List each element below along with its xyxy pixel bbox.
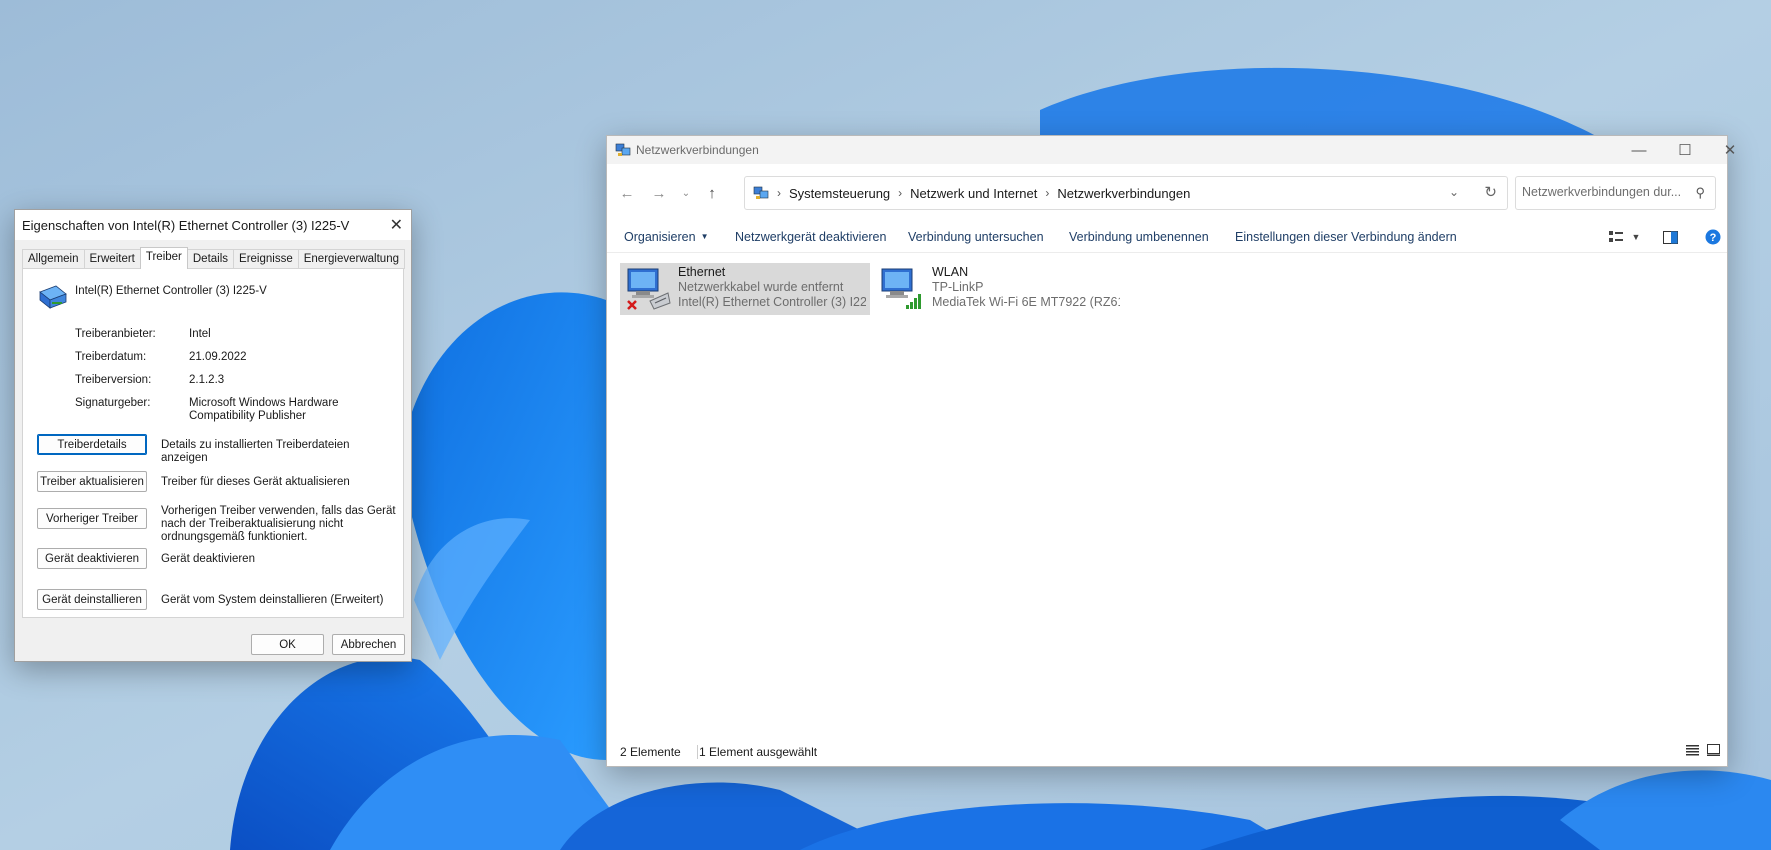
caret-down-icon: ▼ [700,232,709,241]
dialog-tabs: Allgemein Erweitert Treiber Details Erei… [22,247,405,269]
up-arrow-icon[interactable]: ↑ [702,184,722,202]
address-row: ← → ⌄ ↑ › Systemsteuerung › Netzwerk und… [607,176,1727,210]
status-bar: 2 Elemente 1 Element ausgewählt [607,736,1727,766]
recent-locations-chevron-icon[interactable]: ⌄ [676,184,696,202]
chevron-right-icon: › [777,186,781,200]
explorer-title: Netzwerkverbindungen [636,143,759,157]
organize-label: Organisieren [624,230,696,244]
chevron-right-icon: › [898,186,903,200]
dialog-close-icon[interactable]: ✕ [390,215,403,235]
close-button[interactable]: ✕ [1707,136,1753,164]
driver-details-description: Details zu installierten Treiberdateien … [161,439,350,464]
back-arrow-icon[interactable]: ← [617,184,637,202]
ethernet-adapter-icon [624,265,674,313]
connection-wlan[interactable]: WLAN TP-LinkP MediaTek Wi-Fi 6E MT7922 (… [874,263,1124,315]
view-options-icon[interactable] [1608,228,1624,246]
version-label: Treiberversion: [75,374,152,386]
disable-device-description: Gerät deaktivieren [161,553,255,565]
change-settings-button[interactable]: Einstellungen dieser Verbindung ändern [1235,230,1457,244]
ok-button[interactable]: OK [251,634,324,655]
connection-adapter: MediaTek Wi-Fi 6E MT7922 (RZ61... [932,295,1120,309]
search-icon[interactable]: ⚲ [1695,185,1705,201]
maximize-button[interactable]: ☐ [1662,136,1708,164]
rename-connection-button[interactable]: Verbindung umbenennen [1069,230,1209,244]
disable-device-button[interactable]: Gerät deaktivieren [37,548,147,569]
diagnose-connection-button[interactable]: Verbindung untersuchen [908,230,1044,244]
tab-details[interactable]: Details [186,249,235,269]
update-driver-button[interactable]: Treiber aktualisieren [37,471,147,492]
organize-menu-button[interactable]: Organisieren ▼ [624,230,709,244]
refresh-icon[interactable]: ↻ [1484,183,1497,201]
large-icons-view-icon[interactable] [1707,744,1720,759]
tab-energieverwaltung[interactable]: Energieverwaltung [297,249,405,269]
command-bar: Organisieren ▼ Netzwerkgerät deaktivieren… [607,223,1727,253]
update-driver-description: Treiber für dieses Gerät aktualisieren [161,476,350,488]
connection-adapter: Intel(R) Ethernet Controller (3) I22... [678,295,866,309]
date-value: 21.09.2022 [189,351,247,363]
breadcrumb-netzwerk-internet[interactable]: Netzwerk und Internet [910,186,1037,201]
status-selected-count: 1 Element ausgewählt [699,745,818,759]
rollback-driver-button[interactable]: Vorheriger Treiber [37,508,147,529]
uninstall-device-description: Gerät vom System deinstallieren (Erweite… [161,594,384,606]
connection-status: Netzwerkkabel wurde entfernt [678,280,844,294]
minimize-button[interactable]: — [1616,136,1662,164]
provider-value: Intel [189,328,211,340]
signer-value: Microsoft Windows Hardware Compatibility… [189,397,339,422]
explorer-titlebar[interactable]: Netzwerkverbindungen — ☐ ✕ [607,136,1736,164]
wlan-adapter-icon [878,265,928,313]
preview-pane-icon[interactable] [1662,228,1678,246]
control-panel-icon [753,186,769,199]
tab-allgemein[interactable]: Allgemein [22,249,85,269]
driver-tab-panel: Intel(R) Ethernet Controller (3) I225-V … [22,268,404,618]
breadcrumb-netzwerkverbindungen[interactable]: Netzwerkverbindungen [1057,186,1190,201]
search-box[interactable]: ⚲ [1515,176,1716,210]
chevron-right-icon: › [1045,186,1050,200]
provider-label: Treiberanbieter: [75,328,156,340]
tab-ereignisse[interactable]: Ereignisse [233,249,299,269]
explorer-window: Netzwerkverbindungen — ☐ ✕ ← → ⌄ ↑ › Sys… [606,135,1736,767]
device-name: Intel(R) Ethernet Controller (3) I225-V [75,285,267,297]
rollback-driver-description: Vorherigen Treiber verwenden, falls das … [161,505,396,543]
disable-device-button[interactable]: Netzwerkgerät deaktivieren [735,230,886,244]
status-item-count: 2 Elemente [620,745,681,759]
connection-status: TP-LinkP [932,280,984,294]
view-dropdown-caret-icon[interactable]: ▼ [1629,228,1643,246]
help-icon[interactable]: ? [1704,228,1722,246]
connection-name: WLAN [932,265,969,279]
version-value: 2.1.2.3 [189,374,225,386]
svg-text:?: ? [1710,232,1717,244]
dialog-title: Eigenschaften von Intel(R) Ethernet Cont… [22,218,350,233]
date-label: Treiberdatum: [75,351,147,363]
signer-label: Signaturgeber: [75,397,151,409]
forward-arrow-icon[interactable]: → [649,184,669,202]
uninstall-device-button[interactable]: Gerät deinstallieren [37,589,147,610]
properties-dialog: Eigenschaften von Intel(R) Ethernet Cont… [14,209,412,662]
cancel-button[interactable]: Abbrechen [332,634,405,655]
dialog-titlebar[interactable]: Eigenschaften von Intel(R) Ethernet Cont… [15,210,411,240]
connection-name: Ethernet [678,265,726,279]
search-input[interactable] [1522,185,1682,199]
breadcrumb-systemsteuerung[interactable]: Systemsteuerung [789,186,890,201]
details-view-icon[interactable] [1686,744,1699,759]
network-connections-icon [615,143,631,156]
connections-list: Ethernet Netzwerkkabel wurde entfernt In… [607,253,1727,736]
address-dropdown-chevron-icon[interactable]: ⌄ [1449,185,1459,199]
tab-erweitert[interactable]: Erweitert [83,249,141,269]
status-separator [697,745,698,759]
connection-ethernet[interactable]: Ethernet Netzwerkkabel wurde entfernt In… [620,263,870,315]
address-bar[interactable]: › Systemsteuerung › Netzwerk und Interne… [744,176,1508,210]
tab-treiber[interactable]: Treiber [139,247,188,269]
driver-details-button[interactable]: Treiberdetails [37,434,147,455]
network-adapter-icon [39,285,67,309]
